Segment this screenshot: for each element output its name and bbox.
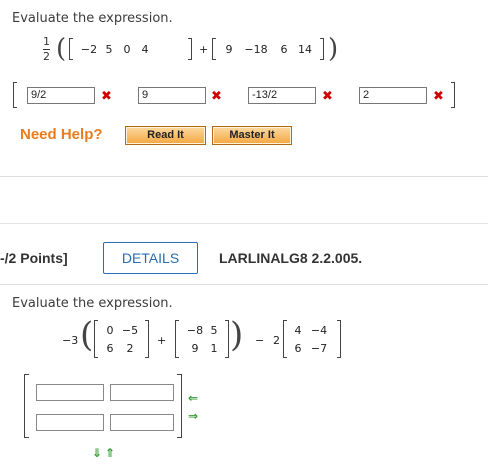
m1-right-bracket	[145, 320, 149, 358]
matrix-a-cell: 5	[105, 43, 113, 56]
matrix-a-cell: 0	[123, 43, 131, 56]
matrix-b-cell: 14	[298, 43, 312, 56]
m1-left-bracket	[94, 320, 98, 358]
m3-row: 6 −7	[290, 342, 332, 355]
m3-cell: −7	[310, 342, 328, 355]
matrix-b-cell: 9	[225, 43, 233, 56]
answer-input[interactable]: 9/2	[27, 87, 95, 104]
add-column-arrow-icon[interactable]: ⇒	[188, 410, 198, 422]
m2-row: 9 1	[183, 342, 221, 355]
answer-right-bracket	[451, 82, 455, 108]
m2-cell: 5	[210, 324, 218, 337]
m2-left-bracket	[175, 320, 179, 358]
coefficient-neg3: −3	[62, 334, 79, 347]
m2-cell: 1	[210, 342, 218, 355]
points-label: -/2 Points]	[0, 250, 68, 266]
matrix-a-cell: 4	[141, 43, 149, 56]
m3-right-bracket	[337, 320, 341, 358]
right-paren: )	[328, 34, 339, 64]
m3-cell: −4	[310, 324, 328, 337]
matrix-answer-input[interactable]	[36, 384, 104, 401]
matrix-a-left-bracket	[69, 38, 73, 60]
m2-cell: −8	[186, 324, 204, 337]
m1-cell: −5	[121, 324, 139, 337]
plus-sign: +	[157, 334, 167, 347]
minus-sign: −	[255, 334, 265, 347]
m3-left-bracket	[283, 320, 287, 358]
matrix-b: 9 −18 6 14	[220, 43, 316, 56]
matrix-a: −2 5 0 4	[78, 43, 154, 56]
matrix-b-right-bracket	[320, 38, 324, 60]
answer-input[interactable]: 2	[359, 87, 427, 104]
answer-input[interactable]: 9	[138, 87, 206, 104]
m1-cell: 0	[106, 324, 114, 337]
m2-right-bracket	[225, 320, 229, 358]
matrix-b-left-bracket	[212, 38, 216, 60]
m1-row: 6 2	[101, 342, 141, 355]
matrix-answer-input[interactable]	[36, 414, 104, 431]
q2-prompt: Evaluate the expression.	[12, 296, 173, 311]
m3-cell: 4	[294, 324, 302, 337]
m2-cell: 9	[191, 342, 199, 355]
m1-cell: 2	[126, 342, 134, 355]
answer-matrix-left-bracket	[24, 374, 29, 438]
m2-row: −8 5	[183, 324, 221, 337]
left-paren: (	[80, 315, 94, 355]
q1-prompt: Evaluate the expression.	[12, 11, 173, 26]
m1-cell: 6	[106, 342, 114, 355]
answer-matrix-right-bracket	[177, 374, 182, 438]
question-code: LARLINALG8 2.2.005.	[219, 250, 363, 266]
incorrect-icon: ✖	[433, 89, 444, 104]
section-divider	[0, 284, 488, 285]
need-help-label: Need Help?	[20, 126, 103, 143]
matrix-answer-input[interactable]	[110, 414, 174, 431]
section-divider	[0, 176, 488, 177]
left-paren: (	[56, 34, 67, 64]
matrix-answer-input[interactable]	[110, 384, 174, 401]
answer-left-bracket	[13, 82, 17, 108]
add-row-arrow-icon[interactable]: ⇓	[92, 447, 102, 459]
master-it-button[interactable]: Master It	[212, 126, 292, 145]
fraction-denominator: 2	[43, 50, 50, 63]
matrix-b-cell: −18	[244, 43, 268, 56]
right-paren: )	[230, 315, 244, 355]
incorrect-icon: ✖	[101, 89, 112, 104]
read-it-button[interactable]: Read It	[125, 126, 206, 145]
fraction-numerator: 1	[43, 35, 50, 48]
matrix-a-right-bracket	[188, 38, 192, 60]
m3-row: 4 −4	[290, 324, 332, 337]
details-button[interactable]: DETAILS	[103, 242, 198, 274]
m1-row: 0 −5	[101, 324, 141, 337]
section-band	[0, 223, 488, 224]
m3-cell: 6	[294, 342, 302, 355]
matrix-b-cell: 6	[280, 43, 288, 56]
incorrect-icon: ✖	[322, 89, 333, 104]
coefficient-2: 2	[273, 334, 280, 347]
remove-column-arrow-icon[interactable]: ⇐	[188, 392, 198, 404]
incorrect-icon: ✖	[211, 89, 222, 104]
answer-input[interactable]: -13/2	[248, 87, 316, 104]
remove-row-arrow-icon[interactable]: ⇑	[105, 447, 115, 459]
plus-sign: +	[199, 43, 209, 56]
matrix-a-cell: −2	[80, 43, 98, 56]
q1-fraction: 1 2	[43, 36, 50, 63]
